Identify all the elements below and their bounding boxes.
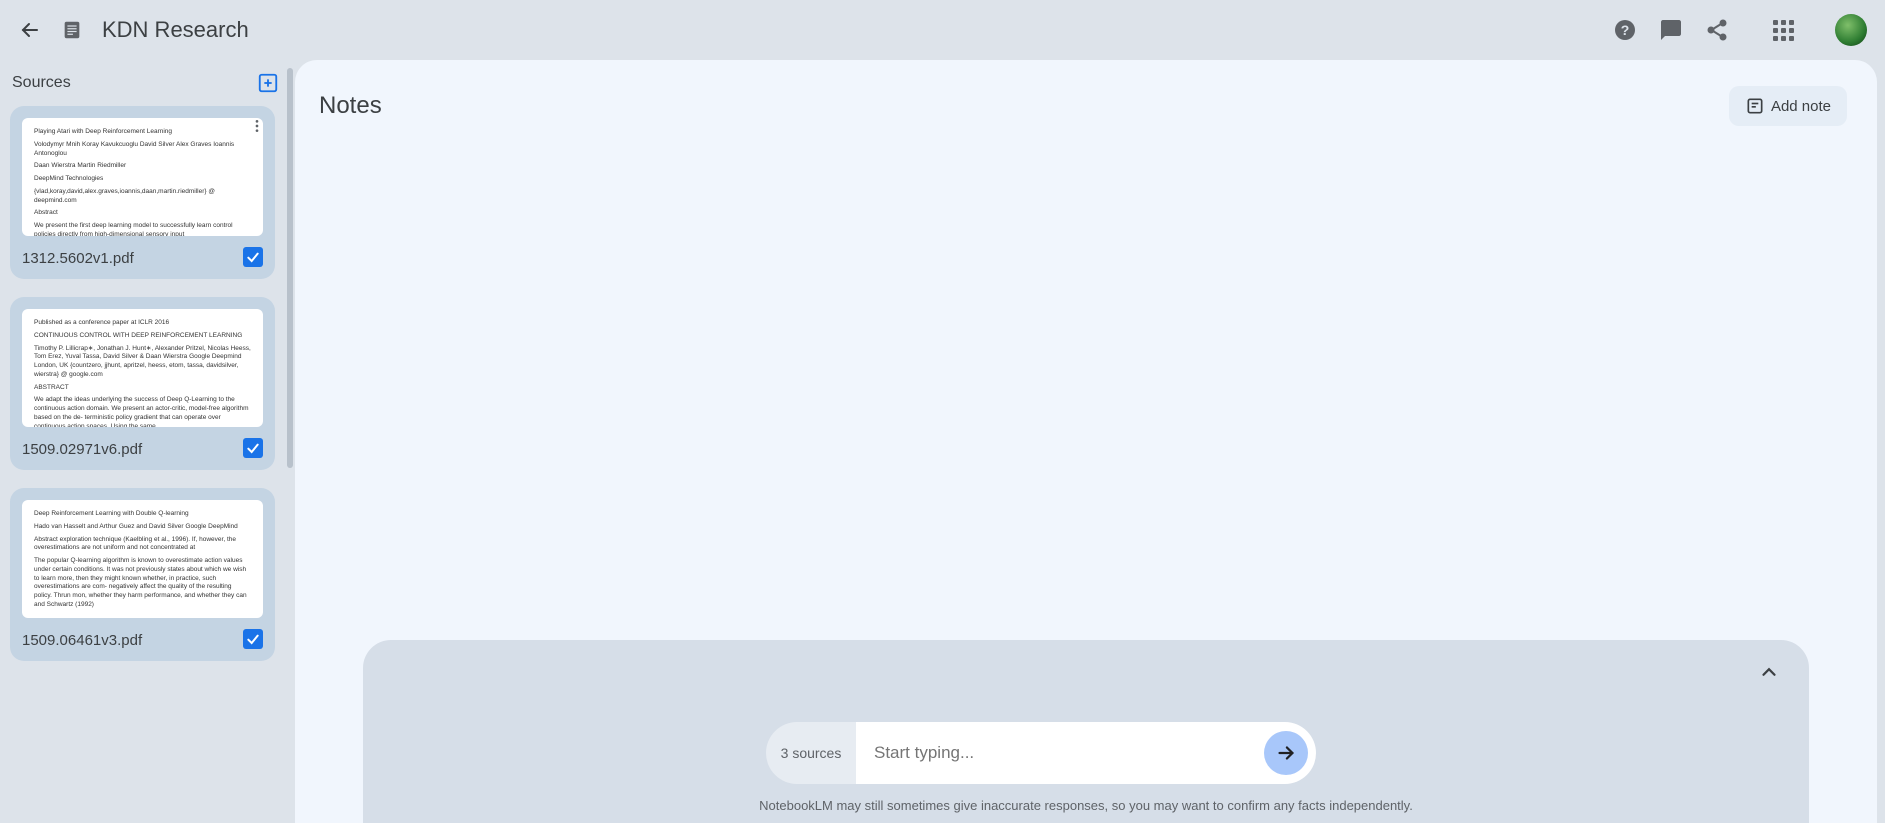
source-filename: 1509.06461v3.pdf (22, 632, 263, 649)
top-bar: KDN Research ? (0, 0, 1885, 60)
notebook-icon (60, 18, 84, 42)
note-add-icon (1745, 96, 1765, 116)
check-icon (245, 249, 261, 265)
source-card[interactable]: Playing Atari with Deep Reinforcement Le… (10, 106, 275, 279)
help-icon: ? (1613, 18, 1637, 42)
source-card[interactable]: Deep Reinforcement Learning with Double … (10, 488, 275, 661)
apps-button[interactable] (1771, 18, 1795, 42)
source-checkbox[interactable] (243, 629, 263, 649)
svg-text:?: ? (1621, 22, 1630, 38)
source-filename: 1509.02971v6.pdf (22, 441, 263, 458)
disclaimer-text: NotebookLM may still sometimes give inac… (389, 798, 1783, 813)
apps-grid-icon (1773, 20, 1794, 41)
source-thumbnail: Deep Reinforcement Learning with Double … (22, 500, 263, 618)
source-filename: 1312.5602v1.pdf (22, 250, 263, 267)
source-card[interactable]: Published as a conference paper at ICLR … (10, 297, 275, 470)
sidebar: Sources Playing Atari with Deep Reinforc… (0, 60, 295, 823)
chevron-up-icon (1758, 661, 1780, 683)
source-thumbnail: Playing Atari with Deep Reinforcement Le… (22, 118, 263, 236)
add-note-label: Add note (1771, 98, 1831, 115)
back-button[interactable] (18, 18, 42, 42)
sidebar-scrollbar[interactable] (287, 68, 293, 468)
feedback-button[interactable] (1659, 18, 1683, 42)
more-vert-icon (249, 118, 265, 134)
check-icon (245, 631, 261, 647)
add-note-button[interactable]: Add note (1729, 86, 1847, 126)
arrow-right-icon (1275, 742, 1297, 764)
chat-icon (1659, 18, 1683, 42)
source-checkbox[interactable] (243, 247, 263, 267)
chat-bar: 3 sources NotebookLM may still sometimes… (363, 640, 1809, 823)
avatar[interactable] (1835, 14, 1867, 46)
expand-chat-button[interactable] (1755, 658, 1783, 686)
source-checkbox[interactable] (243, 438, 263, 458)
chat-input[interactable] (874, 743, 1264, 763)
source-count-label: 3 sources (781, 745, 842, 761)
page-title: KDN Research (102, 17, 249, 43)
plus-box-icon (257, 72, 279, 94)
share-icon (1705, 18, 1729, 42)
share-button[interactable] (1705, 18, 1729, 42)
chat-input-container: 3 sources (856, 722, 1316, 784)
arrow-back-icon (18, 18, 42, 42)
notes-heading: Notes (319, 92, 382, 120)
check-icon (245, 440, 261, 456)
send-button[interactable] (1264, 731, 1308, 775)
sources-heading: Sources (12, 74, 71, 92)
main-panel: Notes Add note 3 sources (295, 60, 1877, 823)
source-more-button[interactable] (247, 116, 267, 136)
source-thumbnail: Published as a conference paper at ICLR … (22, 309, 263, 427)
add-source-button[interactable] (257, 72, 279, 94)
help-button[interactable]: ? (1613, 18, 1637, 42)
